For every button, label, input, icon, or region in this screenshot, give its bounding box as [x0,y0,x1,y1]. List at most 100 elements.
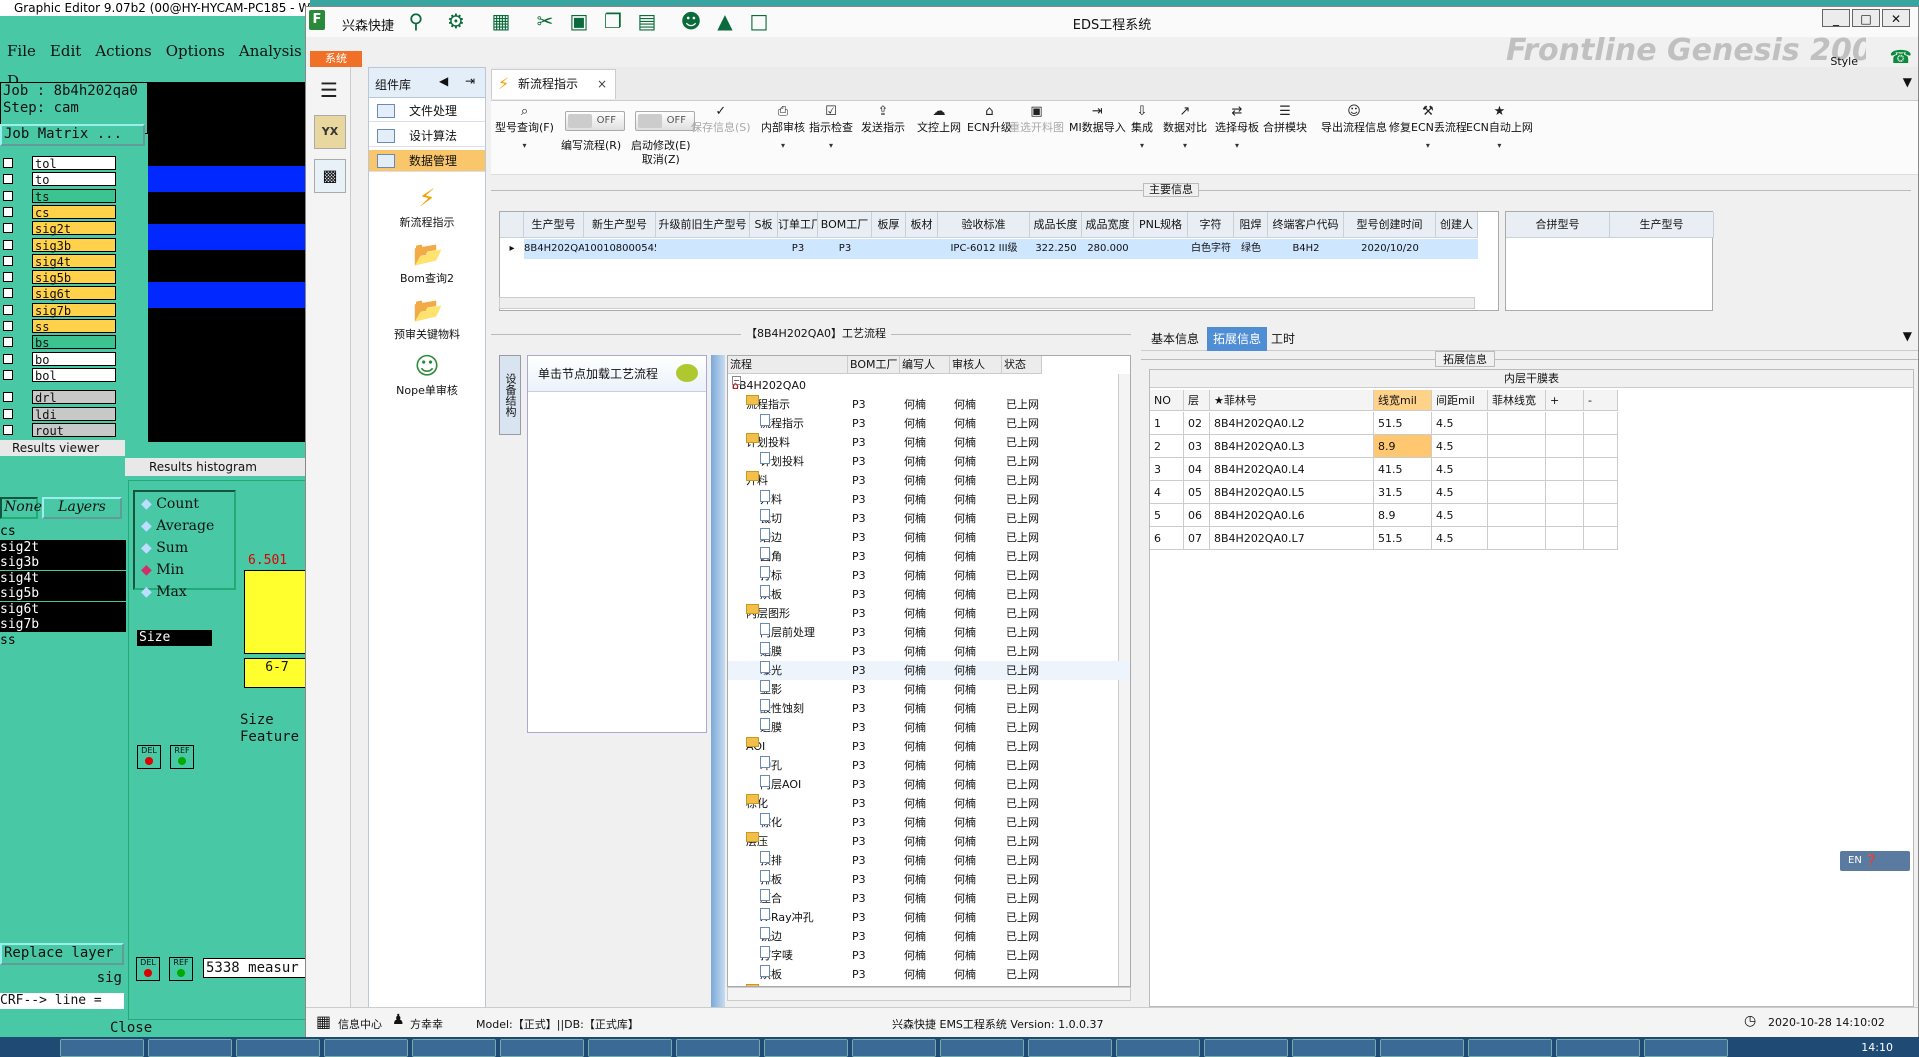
rh-option[interactable]: ◆ Sum [141,540,188,556]
grid-cell[interactable]: 51.5 [1374,412,1432,435]
user-icon[interactable]: ☻ [680,10,702,32]
table-row[interactable]: −层压 P3 何楠 何楠 已上网 [728,832,1130,851]
taskbar-item[interactable] [1204,1039,1288,1057]
grid-column-header[interactable]: 升级前旧生产型号 [656,212,750,238]
rh-option[interactable]: ◆ Max [141,584,187,600]
table-row[interactable]: −流程指示 P3 何楠 何楠 已上网 [728,395,1130,414]
tree-node[interactable]: 内层AOI [760,775,848,794]
phone-icon[interactable]: ☎ [1890,47,1912,68]
grid-cell[interactable]: 05 [1184,481,1210,504]
toggle-switch[interactable]: OFF [635,111,695,131]
layer-checkbox[interactable] [3,392,13,403]
ge-layer-row[interactable]: cs [0,204,148,220]
grid-cell[interactable] [1584,435,1618,458]
layer-checkbox[interactable] [3,223,13,234]
maximize-button[interactable]: □ [1852,9,1880,27]
table-row[interactable]: 退膜 P3 何楠 何楠 已上网 [728,718,1130,737]
tree-node[interactable]: 贴膜 [760,642,848,661]
layer-checkbox[interactable] [3,424,13,435]
load-node-header[interactable]: 单击节点加载工艺流程 [528,356,706,392]
grid-column-header[interactable]: 板材 [906,212,938,238]
tab-hours[interactable]: 工时 [1265,327,1301,351]
rv-layer-item[interactable]: ss [0,633,126,648]
table-row[interactable]: −AOI P3 何楠 何楠 已上网 [728,737,1130,756]
download-icon-button[interactable]: ⇩ 集成 ▾ [1131,105,1153,153]
scissors-icon[interactable]: ✂ [534,10,556,32]
ge-layer-row[interactable]: tol [0,156,148,171]
grid-cell[interactable] [1584,458,1618,481]
grid-cell[interactable]: 31.5 [1374,481,1432,504]
grid-column-header[interactable]: 间距mil [1432,390,1488,411]
taskbar-item[interactable] [1292,1039,1376,1057]
ge-menu-item[interactable]: Edit [43,36,88,66]
table-row[interactable]: 压合 P3 何楠 何楠 已上网 [728,889,1130,908]
rv-layer-item[interactable]: sig7b [0,617,126,632]
grid-cell[interactable]: 07 [1184,527,1210,550]
tree-node[interactable]: −AOI [746,737,848,756]
taskbar-item[interactable] [236,1039,320,1057]
check-box-icon-button[interactable]: ☑ 指示检查 ▾ [809,105,853,153]
taskbar-item[interactable] [1380,1039,1464,1057]
chevron-down-icon[interactable]: ▼ [1903,329,1912,343]
shuffle-icon-button[interactable]: ⇄ 选择母板 ▾ [1215,105,1259,153]
grid-cell[interactable]: 2020/10/20 [1344,239,1436,259]
grid-column-header[interactable]: 创建人 [1436,212,1478,238]
complib-tool[interactable]: 📂 预审关键物料 [369,296,485,342]
grid-column-header[interactable]: - [1584,390,1618,411]
menu-icon[interactable]: ☰ [320,80,342,103]
compare-icon-button[interactable]: ↗ 数据对比 ▾ [1163,105,1207,153]
grid-cell[interactable]: 8B4H202QA0.L3 [1210,435,1374,458]
tree-node[interactable]: 酸性蚀刻 [760,699,848,718]
rh-ref-button[interactable]: REF [170,745,194,769]
grid-cell[interactable]: 绿色 [1234,239,1268,259]
taskbar-item[interactable] [324,1039,408,1057]
list-icon-button[interactable]: ☰ 合拼模块 [1263,105,1307,135]
close-tab-icon[interactable]: × [597,70,607,98]
grid-column-header[interactable]: 订单工厂 [778,212,818,238]
layer-checkbox[interactable] [3,408,13,419]
grid-cell[interactable] [1584,481,1618,504]
tree-node[interactable]: 烘板 [760,965,848,984]
grid-column-header[interactable]: 字符 [1188,212,1234,238]
grid-cell[interactable]: 8B4H202QA0.L6 [1210,504,1374,527]
taskbar-item[interactable] [500,1039,584,1057]
complib-tool[interactable]: ☺ Nope单审核 [369,352,485,398]
tree-node[interactable]: 开料 [760,490,848,509]
taskbar-item[interactable] [1116,1039,1200,1057]
grid-cell[interactable] [656,239,750,259]
tree-node[interactable]: X-Ray冲孔 [760,908,848,927]
grid-cell[interactable] [1584,527,1618,550]
system-tab[interactable]: 系统 [310,51,362,67]
ge-layer-row[interactable]: ldi [0,406,148,422]
table-row[interactable]: 铣边 P3 何楠 何楠 已上网 [728,927,1130,946]
chevron-down-icon[interactable]: ▾ [809,139,853,153]
upload-icon-button[interactable]: ⇪ 发送指示 [861,105,905,135]
grid-cell[interactable]: 8B4H202QA0.L4 [1210,458,1374,481]
grid-cell[interactable] [1488,504,1546,527]
film-icon[interactable]: ▣ [568,10,590,32]
grid-cell[interactable] [1436,239,1478,259]
smile-icon-button[interactable]: ☺ 导出流程信息 [1321,105,1387,135]
tab-basic[interactable]: 基本信息 [1145,327,1205,351]
tree-node[interactable]: −开料 [746,471,848,490]
ge-layer-row[interactable]: sig4t [0,253,148,269]
rv-layers-button[interactable]: Layers [42,497,122,519]
settings-icon[interactable]: ⚙ [445,10,467,32]
tree-node[interactable]: −棕化 [746,794,848,813]
tree-node[interactable]: 打标 [760,566,848,585]
table-row[interactable]: 内层AOI P3 何楠 何楠 已上网 [728,775,1130,794]
horizontal-scrollbar[interactable] [727,987,1131,1001]
tab-extension[interactable]: 拓展信息 [1207,327,1268,351]
minimize-button[interactable]: _ [1822,9,1850,27]
grid-column-header[interactable]: S板 [750,212,778,238]
grid-cell[interactable] [1134,239,1188,259]
grid-cell[interactable]: 5 [1150,504,1184,527]
grid-icon[interactable]: ▦ [316,1012,331,1031]
rv-layer-item[interactable]: sig6t [0,601,126,617]
grid-cell[interactable] [1546,412,1584,435]
table-row[interactable]: 贴膜 P3 何楠 何楠 已上网 [728,642,1130,661]
table-row[interactable]: − ⌂ 8B4H202QA0 [728,376,1130,395]
grid-column-header[interactable]: 线宽mil [1374,390,1432,411]
grid-column-header[interactable]: 合拼型号 [1506,212,1610,238]
ge-layer-row[interactable]: drl [0,390,148,405]
